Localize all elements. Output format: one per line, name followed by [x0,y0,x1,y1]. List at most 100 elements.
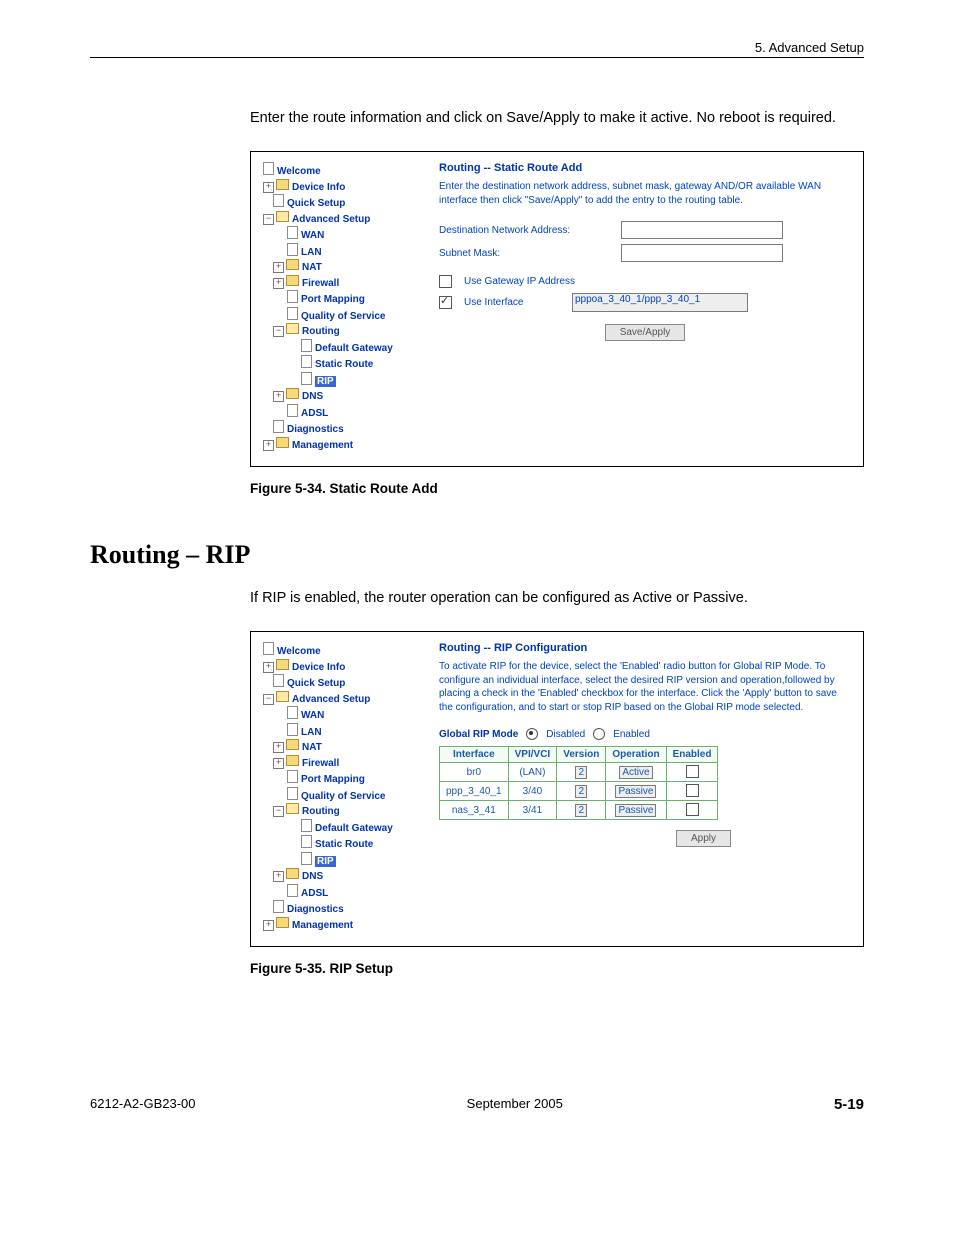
page-icon [301,852,312,865]
operation-select[interactable]: Passive [615,785,656,798]
rip-config-pane: Routing -- RIP Configuration To activate… [439,642,851,932]
figure-5-34-screenshot: Welcome + Device Info Quick Setup − Advanc… [250,151,864,467]
tree2-routing[interactable]: Routing [302,806,340,817]
tree2-rip[interactable]: RIP [315,856,336,867]
subnet-mask-input[interactable] [621,244,783,262]
pane-desc: Enter the destination network address, s… [439,180,851,207]
cell-vpivci: (LAN) [508,763,557,782]
expand-icon[interactable]: + [273,391,284,402]
collapse-icon[interactable]: − [273,326,284,337]
tree-nat[interactable]: NAT [302,262,322,273]
expand-icon[interactable]: + [273,278,284,289]
expand-icon[interactable]: + [263,440,274,451]
folder-icon [276,659,289,670]
use-interface-checkbox[interactable]: ✓ [439,296,452,309]
folder-icon [286,868,299,879]
folder-icon [286,259,299,270]
tree-routing[interactable]: Routing [302,326,340,337]
use-gateway-label: Use Gateway IP Address [464,276,575,287]
tree2-quick-setup[interactable]: Quick Setup [287,678,345,689]
tree-adsl[interactable]: ADSL [301,408,328,419]
expand-icon[interactable]: + [263,662,274,673]
expand-icon[interactable]: + [273,742,284,753]
operation-select[interactable]: Passive [615,804,656,817]
folder-icon [286,275,299,286]
row-enabled-checkbox[interactable] [686,803,699,816]
col-interface: Interface [440,747,509,763]
page-icon [287,706,298,719]
tree2-firewall[interactable]: Firewall [302,758,339,769]
operation-select[interactable]: Active [619,766,652,779]
cell-vpivci: 3/40 [508,782,557,801]
table-row: ppp_3_40_1 3/40 2 Passive [440,782,718,801]
row-enabled-checkbox[interactable] [686,765,699,778]
tree-qos[interactable]: Quality of Service [301,311,385,322]
expand-icon[interactable]: + [263,182,274,193]
footer-page-number: 5-19 [834,1096,864,1113]
tree2-diagnostics[interactable]: Diagnostics [287,904,344,915]
tree2-default-gateway[interactable]: Default Gateway [315,823,393,834]
tree-wan[interactable]: WAN [301,230,324,241]
version-select[interactable]: 2 [575,804,587,817]
tree-management[interactable]: Management [292,440,353,451]
use-gateway-checkbox[interactable] [439,275,452,288]
tree2-lan[interactable]: LAN [301,727,322,738]
expand-icon[interactable]: + [273,262,284,273]
tree-default-gateway[interactable]: Default Gateway [315,343,393,354]
tree-dns[interactable]: DNS [302,391,323,402]
tree-device-info[interactable]: Device Info [292,182,345,193]
expand-icon[interactable]: + [263,920,274,931]
save-apply-button[interactable]: Save/Apply [605,324,686,341]
tree2-qos[interactable]: Quality of Service [301,791,385,802]
folder-icon [276,179,289,190]
tree2-advanced-setup[interactable]: Advanced Setup [292,694,370,705]
tree-lan[interactable]: LAN [301,247,322,258]
collapse-icon[interactable]: − [263,214,274,225]
tree-firewall[interactable]: Firewall [302,278,339,289]
page-icon [301,819,312,832]
cell-vpivci: 3/41 [508,801,557,820]
tree-welcome[interactable]: Welcome [277,166,321,177]
version-select[interactable]: 2 [575,785,587,798]
chapter-header: 5. Advanced Setup [90,40,864,55]
page-icon [263,162,274,175]
tree2-wan[interactable]: WAN [301,710,324,721]
page-footer: 6212-A2-GB23-00 September 2005 5-19 [90,1096,864,1113]
folder-open-icon [276,211,289,222]
expand-icon[interactable]: + [273,758,284,769]
tree2-device-info[interactable]: Device Info [292,662,345,673]
global-rip-enabled-radio[interactable] [593,728,605,740]
tree-diagnostics[interactable]: Diagnostics [287,424,344,435]
dest-network-input[interactable] [621,221,783,239]
footer-doc-id: 6212-A2-GB23-00 [90,1096,196,1113]
tree2-dns[interactable]: DNS [302,871,323,882]
tree-rip[interactable]: RIP [315,376,336,387]
row-enabled-checkbox[interactable] [686,784,699,797]
apply-button[interactable]: Apply [676,830,731,847]
pane2-desc: To activate RIP for the device, select t… [439,660,851,714]
page-icon [287,884,298,897]
tree2-port-mapping[interactable]: Port Mapping [301,774,365,785]
tree-port-mapping[interactable]: Port Mapping [301,294,365,305]
expand-icon[interactable]: + [273,871,284,882]
tree-static-route[interactable]: Static Route [315,359,373,370]
collapse-icon[interactable]: − [263,694,274,705]
version-select[interactable]: 2 [575,766,587,779]
table-row: br0 (LAN) 2 Active [440,763,718,782]
col-operation: Operation [606,747,666,763]
nav-tree-2: Welcome + Device Info Quick Setup − Advanc… [263,642,411,932]
tree2-adsl[interactable]: ADSL [301,888,328,899]
tree2-static-route[interactable]: Static Route [315,839,373,850]
interface-select[interactable]: pppoa_3_40_1/ppp_3_40_1 [572,293,748,312]
tree2-nat[interactable]: NAT [302,742,322,753]
tree-quick-setup[interactable]: Quick Setup [287,198,345,209]
tree2-management[interactable]: Management [292,920,353,931]
collapse-icon[interactable]: − [273,806,284,817]
tree2-welcome[interactable]: Welcome [277,646,321,657]
intro-text-2: If RIP is enabled, the router operation … [250,588,864,609]
global-rip-disabled-radio[interactable] [526,728,538,740]
folder-icon [286,388,299,399]
page-icon [301,835,312,848]
tree-advanced-setup[interactable]: Advanced Setup [292,214,370,225]
page-icon [301,372,312,385]
